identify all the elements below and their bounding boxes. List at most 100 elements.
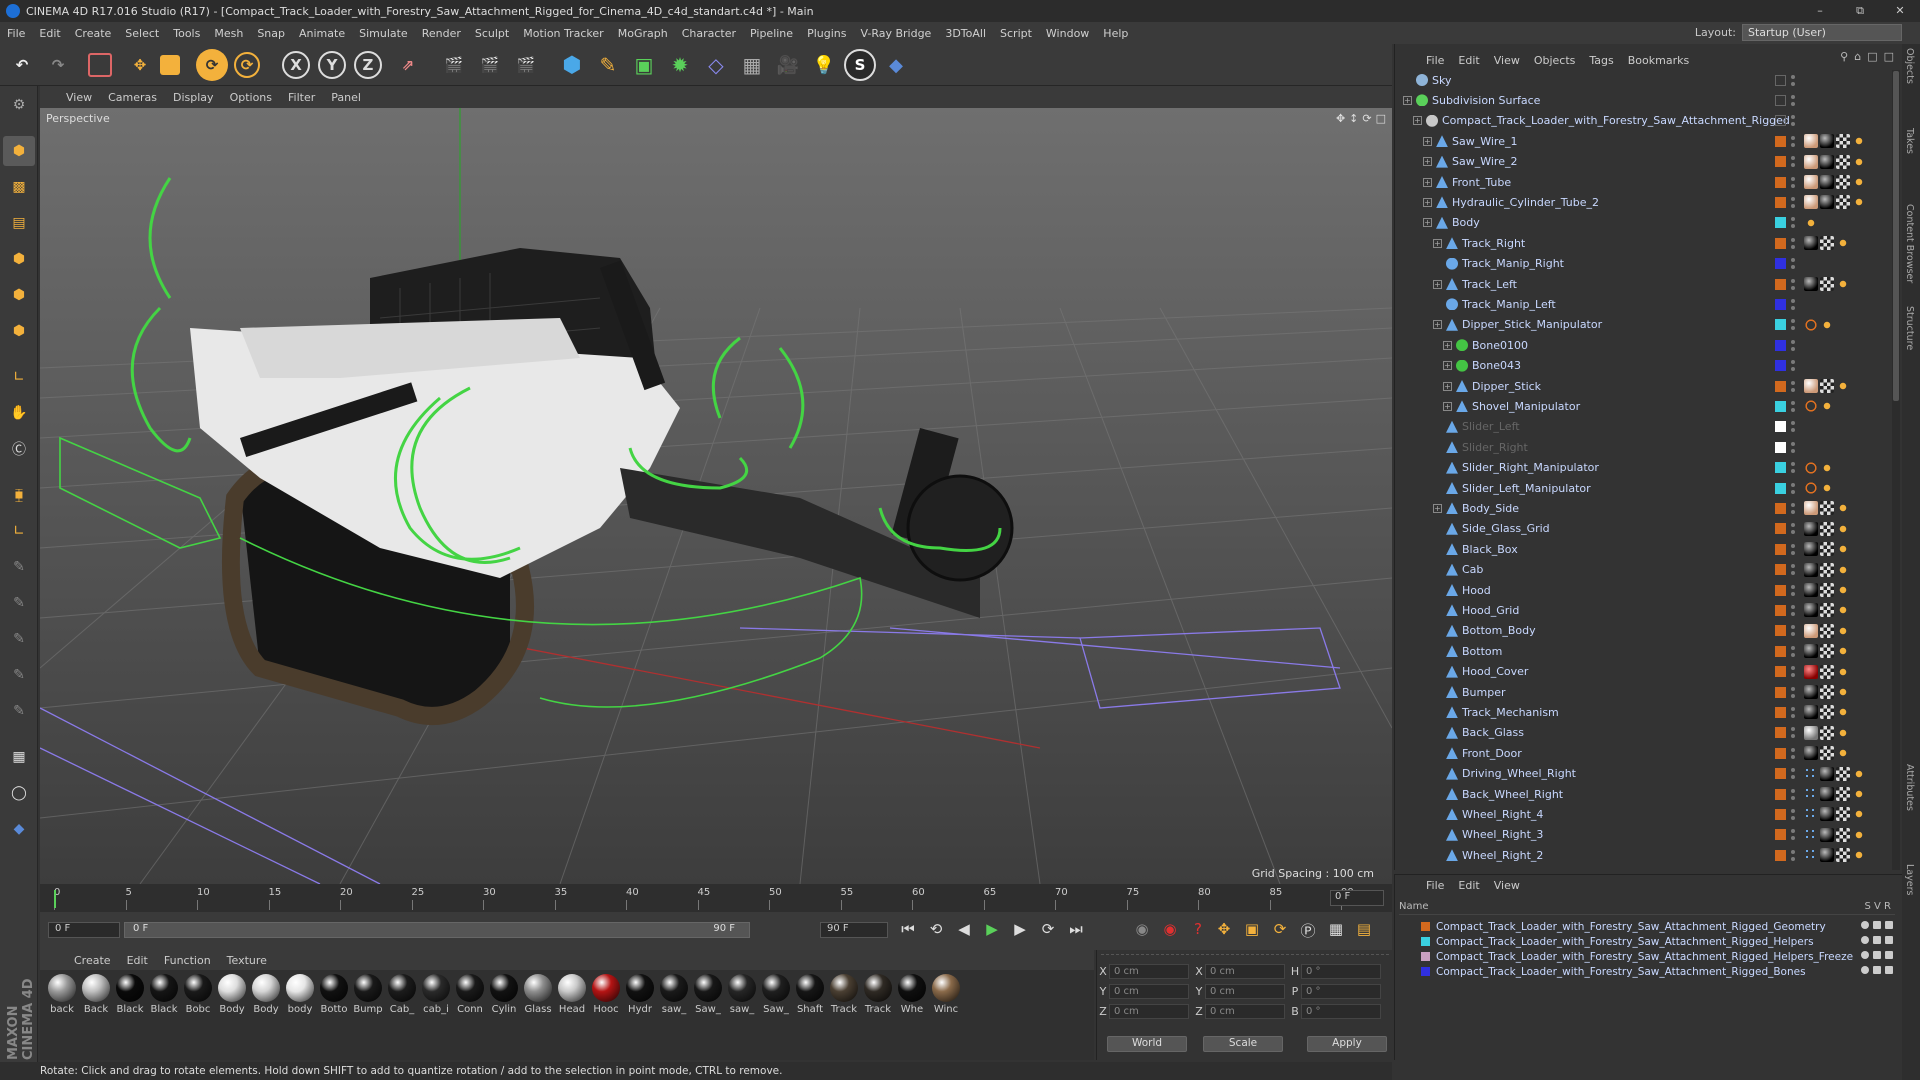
apply-button[interactable]: Apply <box>1307 1036 1387 1052</box>
mat-tag-icon[interactable] <box>1804 603 1818 618</box>
phong-tag-icon[interactable] <box>1804 501 1818 516</box>
viewport-menu-view[interactable]: View <box>58 91 100 104</box>
tex-tag-icon[interactable] <box>1836 277 1850 291</box>
expand-toggle-icon[interactable] <box>1433 688 1442 697</box>
sculpt-inflate-icon[interactable]: ✎ <box>3 660 35 690</box>
glass-tag-icon[interactable] <box>1804 725 1818 740</box>
layer-color-swatch[interactable] <box>1421 937 1430 946</box>
side-tab-content-browser[interactable]: Content Browser <box>1904 204 1915 283</box>
render-picture-viewer-icon[interactable]: 🎬 <box>474 49 506 81</box>
object-row[interactable]: + Subdivision Surface <box>1397 90 1887 110</box>
chk-tag-icon[interactable] <box>1820 664 1834 679</box>
expand-toggle-icon[interactable] <box>1433 586 1442 595</box>
menu-mesh[interactable]: Mesh <box>207 27 250 40</box>
visibility-dots-icon[interactable] <box>1791 93 1799 107</box>
light-icon[interactable]: 💡 <box>808 49 840 81</box>
material-swatch[interactable]: Hooc <box>590 974 622 1015</box>
layer-color-swatch[interactable] <box>1775 462 1786 474</box>
visibility-dots-icon[interactable] <box>1791 665 1799 679</box>
visibility-dots-icon[interactable] <box>1791 195 1799 209</box>
go-to-end-icon[interactable]: ⏭ <box>1064 920 1088 938</box>
workplane-mode-icon[interactable]: ▤ <box>3 208 35 238</box>
material-swatch[interactable]: back <box>46 974 78 1015</box>
object-row[interactable]: + Track_Left <box>1397 274 1887 294</box>
perspective-viewport[interactable]: Perspective Grid Spacing : 100 cm ✥ ↕ ⟳ … <box>40 108 1392 884</box>
material-swatch[interactable]: Whe <box>896 974 928 1015</box>
expand-toggle-icon[interactable]: + <box>1443 340 1452 350</box>
visibility-dots-icon[interactable] <box>1791 563 1799 577</box>
render-toggle-icon[interactable] <box>1885 966 1893 974</box>
material-swatch[interactable]: Body <box>250 974 282 1015</box>
magnet-icon[interactable]: ⧯ <box>3 480 35 510</box>
dots-tag-icon[interactable] <box>1804 848 1818 863</box>
chk-tag-icon[interactable] <box>1820 379 1834 393</box>
expand-toggle-icon[interactable] <box>1433 790 1442 799</box>
visibility-dots-icon[interactable] <box>1791 297 1799 311</box>
dots-tag-icon[interactable] <box>1804 807 1818 822</box>
mat-tag-icon[interactable] <box>1804 521 1818 536</box>
expand-toggle-icon[interactable] <box>1433 443 1442 452</box>
visibility-dots-icon[interactable] <box>1791 420 1799 434</box>
expand-toggle-icon[interactable] <box>1433 810 1442 819</box>
tex-tag-icon[interactable] <box>1820 317 1834 332</box>
red-tag-icon[interactable] <box>1804 664 1818 679</box>
cloner-icon[interactable]: ✹ <box>664 49 696 81</box>
expand-toggle-icon[interactable] <box>1433 728 1442 737</box>
lock-x-axis-button[interactable]: X <box>282 51 310 79</box>
render-view-icon[interactable]: 🎬 <box>438 49 470 81</box>
dots-tag-icon[interactable] <box>1804 766 1818 781</box>
mat-tag-icon[interactable] <box>1804 236 1818 251</box>
layer-row[interactable]: Compact_Track_Loader_with_Forestry_Saw_A… <box>1421 949 1853 964</box>
tex-tag-icon[interactable] <box>1836 603 1850 618</box>
layer-color-swatch[interactable] <box>1775 645 1786 657</box>
layer-color-swatch[interactable] <box>1775 176 1786 188</box>
visibility-dots-icon[interactable] <box>1791 114 1799 128</box>
axis-mode-icon[interactable]: ∟ <box>3 362 35 392</box>
layer-menu-file[interactable]: File <box>1419 879 1451 892</box>
min-frame-field[interactable]: 0 F <box>48 922 120 938</box>
visibility-dots-icon[interactable] <box>1791 726 1799 740</box>
tex-tag-icon[interactable] <box>1836 521 1850 536</box>
rotate-tool-icon[interactable]: ⟳ <box>196 49 228 81</box>
chk-tag-icon[interactable] <box>1820 725 1834 740</box>
tex-tag-icon[interactable] <box>1852 134 1866 149</box>
material-swatch[interactable]: Winc <box>930 974 962 1015</box>
grid-icon[interactable]: ▦ <box>3 742 35 772</box>
visibility-dots-icon[interactable] <box>1791 501 1799 515</box>
phong-tag-icon[interactable] <box>1804 134 1818 149</box>
mat-tag-icon[interactable] <box>1820 766 1834 781</box>
tex-tag-icon[interactable] <box>1852 195 1866 210</box>
mat-tag-icon[interactable] <box>1820 787 1834 801</box>
chk-tag-icon[interactable] <box>1820 746 1834 761</box>
redo-icon[interactable]: ↷ <box>42 49 74 81</box>
viewport-menu-cameras[interactable]: Cameras <box>100 91 165 104</box>
visibility-dots-icon[interactable] <box>1791 644 1799 658</box>
coordinate-space-dropdown[interactable]: World <box>1107 1036 1187 1052</box>
tex-tag-icon[interactable] <box>1836 664 1850 679</box>
no-tag-icon[interactable] <box>1804 399 1818 414</box>
expand-toggle-icon[interactable]: + <box>1423 218 1432 228</box>
material-swatch[interactable]: Cab_ <box>386 974 418 1015</box>
layer-color-swatch[interactable] <box>1775 400 1786 412</box>
expand-toggle-icon[interactable]: + <box>1423 177 1432 187</box>
coordinate-system-icon[interactable]: ⇗ <box>392 49 424 81</box>
close-icon[interactable]: ✕ <box>1880 0 1920 22</box>
layer-color-swatch[interactable] <box>1775 747 1786 759</box>
object-list-scrollbar[interactable] <box>1892 70 1900 870</box>
layer-color-swatch[interactable] <box>1775 482 1786 494</box>
no-tag-icon[interactable] <box>1804 460 1818 475</box>
expand-toggle-icon[interactable] <box>1433 545 1442 554</box>
menu-v-ray-bridge[interactable]: V-Ray Bridge <box>853 27 938 40</box>
object-row[interactable]: Sky <box>1397 70 1887 90</box>
chk-tag-icon[interactable] <box>1820 277 1834 291</box>
visibility-dots-icon[interactable] <box>1791 155 1799 169</box>
layer-color-swatch[interactable] <box>1775 319 1786 331</box>
max-frame-field[interactable]: 90 F <box>820 922 888 938</box>
expand-toggle-icon[interactable]: + <box>1443 361 1452 371</box>
expand-toggle-icon[interactable] <box>1433 259 1442 268</box>
expand-toggle-icon[interactable] <box>1433 484 1442 493</box>
menu-script[interactable]: Script <box>993 27 1039 40</box>
tex-tag-icon[interactable] <box>1836 583 1850 597</box>
next-key-icon[interactable]: ⟳ <box>1036 920 1060 938</box>
material-swatch[interactable]: Head <box>556 974 588 1015</box>
